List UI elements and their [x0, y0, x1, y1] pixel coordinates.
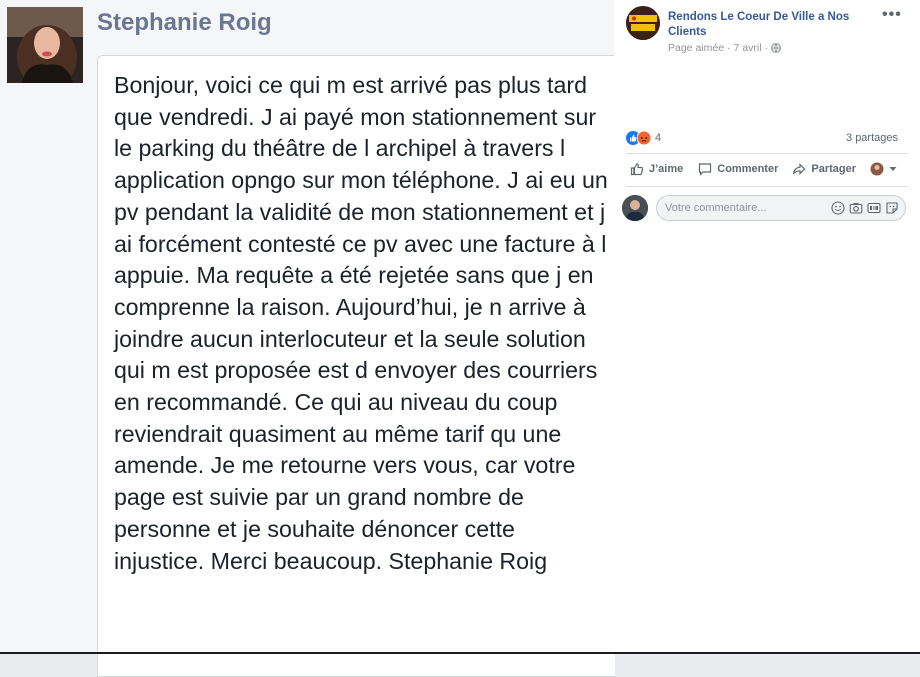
like-button[interactable]: J’aime	[630, 162, 683, 176]
profile-mini-icon	[870, 162, 884, 176]
comment-button[interactable]: Commenter	[698, 162, 778, 176]
current-user-avatar[interactable]	[622, 195, 648, 221]
reaction-summary[interactable]: 4	[626, 131, 661, 145]
share-icon	[793, 163, 806, 175]
share-label: Partager	[811, 163, 857, 175]
comment-placeholder: Votre commentaire...	[665, 202, 767, 214]
comment-composer: Votre commentaire...	[622, 195, 910, 223]
current-user-avatar-image	[622, 195, 648, 221]
author-avatar-image	[7, 7, 83, 83]
sticker-icon[interactable]	[885, 201, 899, 215]
more-dots-icon[interactable]: •••	[882, 6, 902, 24]
comment-input-tools	[831, 201, 899, 215]
page-name-link[interactable]: Rendons Le Coeur De Ville a Nos Clients	[668, 10, 868, 40]
globe-icon	[771, 43, 781, 53]
comment-icon	[699, 163, 712, 176]
post-date[interactable]: 7 avril	[734, 42, 762, 54]
reaction-count: 4	[655, 132, 662, 144]
gif-icon[interactable]	[867, 201, 881, 215]
camera-icon[interactable]	[849, 201, 863, 215]
share-button[interactable]: Partager	[792, 162, 856, 176]
page-logo-image	[626, 6, 660, 40]
like-icon	[630, 163, 644, 176]
page-liked-label: Page aimée	[668, 42, 725, 54]
divider	[626, 153, 908, 154]
reaction-selector[interactable]	[870, 162, 897, 176]
post-meta: Page aimée · 7 avril ·	[668, 42, 781, 54]
meta-separator: ·	[764, 42, 769, 54]
page-logo[interactable]	[626, 6, 660, 40]
meta-separator: ·	[727, 42, 731, 54]
chevron-down-icon	[889, 167, 897, 171]
panel-empty-area	[614, 227, 920, 654]
shares-count[interactable]: 3 partages	[846, 132, 898, 144]
comment-area: Stephanie Roig Bonjour, voici ce qui m e…	[0, 0, 615, 677]
comment-input[interactable]: Votre commentaire...	[656, 195, 906, 221]
emoji-icon[interactable]	[831, 201, 845, 215]
comment-text: Bonjour, voici ce qui m est arrivé pas p…	[114, 72, 608, 574]
comment-label: Commenter	[717, 163, 779, 175]
like-label: J’aime	[649, 163, 684, 175]
divider	[626, 186, 908, 187]
facebook-post-panel: Rendons Le Coeur De Ville a Nos Clients …	[614, 0, 920, 654]
author-name[interactable]: Stephanie Roig	[97, 9, 272, 37]
author-avatar[interactable]	[7, 7, 83, 83]
action-bar: J’aime Commenter Partager	[630, 162, 910, 176]
angry-reaction-icon	[637, 131, 651, 145]
